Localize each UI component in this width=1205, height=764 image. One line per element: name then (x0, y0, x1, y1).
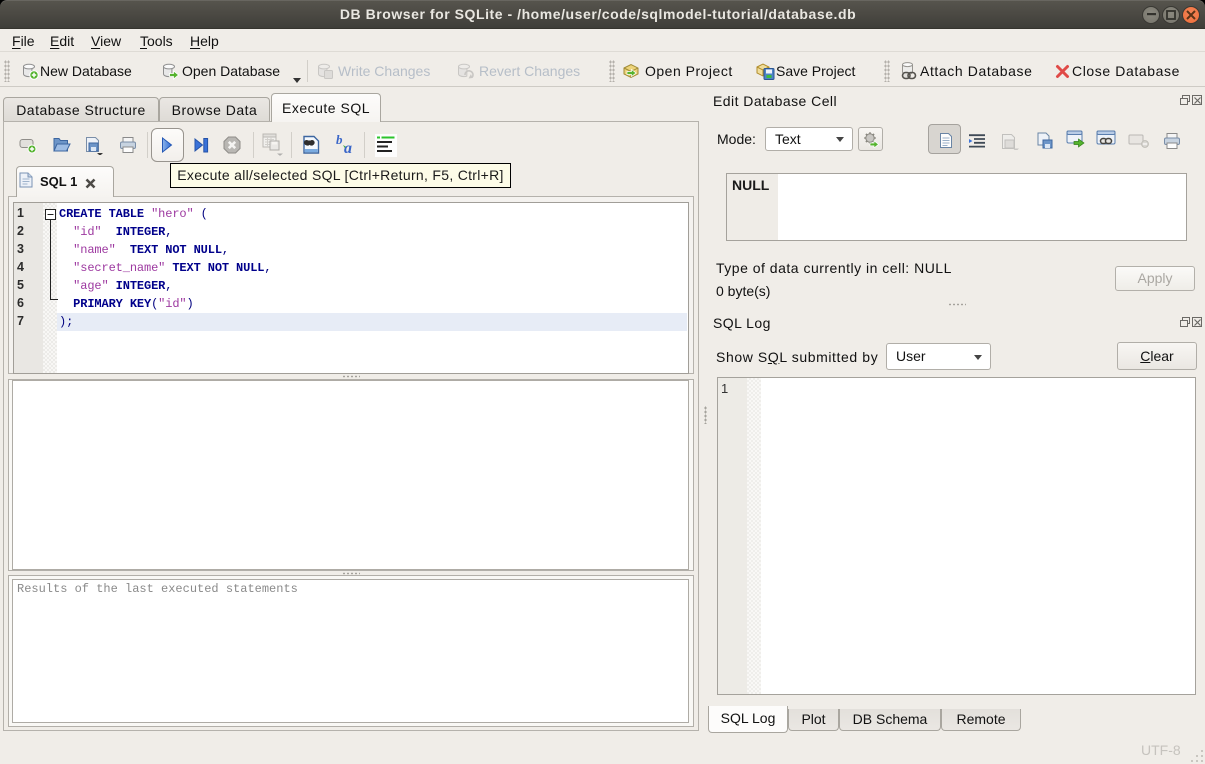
svg-text:b: b (336, 133, 343, 147)
svg-text:a: a (344, 140, 352, 155)
